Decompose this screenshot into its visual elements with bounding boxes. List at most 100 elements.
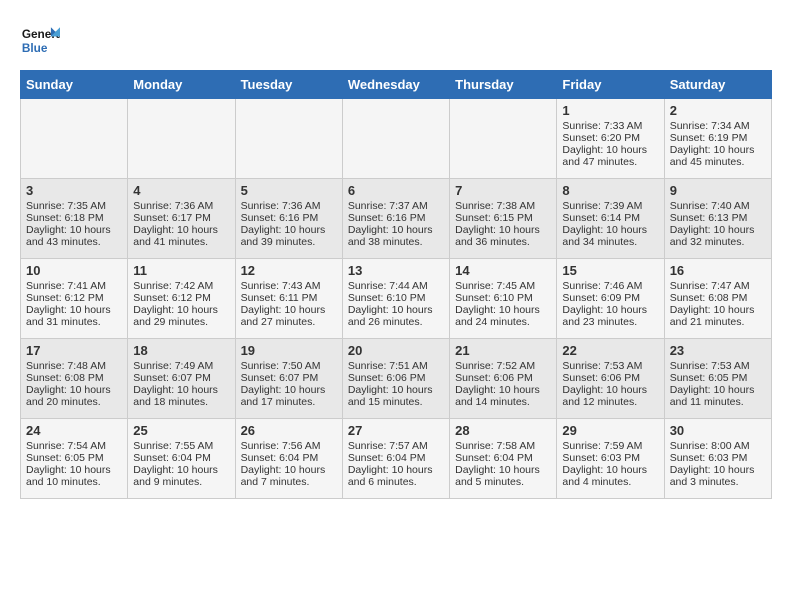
day-cell: 4Sunrise: 7:36 AMSunset: 6:17 PMDaylight… — [128, 179, 235, 259]
day-info-line: Sunrise: 7:46 AM — [562, 280, 658, 292]
day-info-line: Sunset: 6:06 PM — [455, 372, 551, 384]
day-cell: 20Sunrise: 7:51 AMSunset: 6:06 PMDayligh… — [342, 339, 449, 419]
day-info-line: Sunrise: 7:44 AM — [348, 280, 444, 292]
day-number: 18 — [133, 343, 229, 358]
day-info-line: Sunrise: 7:58 AM — [455, 440, 551, 452]
day-number: 10 — [26, 263, 122, 278]
day-cell: 19Sunrise: 7:50 AMSunset: 6:07 PMDayligh… — [235, 339, 342, 419]
day-info-line: Daylight: 10 hours and 45 minutes. — [670, 144, 766, 168]
day-info-line: Daylight: 10 hours and 12 minutes. — [562, 384, 658, 408]
day-number: 11 — [133, 263, 229, 278]
calendar-table: SundayMondayTuesdayWednesdayThursdayFrid… — [20, 70, 772, 499]
day-info-line: Sunset: 6:12 PM — [133, 292, 229, 304]
day-cell: 9Sunrise: 7:40 AMSunset: 6:13 PMDaylight… — [664, 179, 771, 259]
day-number: 6 — [348, 183, 444, 198]
day-info-line: Sunset: 6:04 PM — [241, 452, 337, 464]
day-info-line: Sunset: 6:19 PM — [670, 132, 766, 144]
day-number: 30 — [670, 423, 766, 438]
day-info-line: Daylight: 10 hours and 38 minutes. — [348, 224, 444, 248]
day-info-line: Sunset: 6:16 PM — [348, 212, 444, 224]
day-cell: 5Sunrise: 7:36 AMSunset: 6:16 PMDaylight… — [235, 179, 342, 259]
day-cell: 29Sunrise: 7:59 AMSunset: 6:03 PMDayligh… — [557, 419, 664, 499]
day-number: 15 — [562, 263, 658, 278]
day-cell: 27Sunrise: 7:57 AMSunset: 6:04 PMDayligh… — [342, 419, 449, 499]
day-number: 9 — [670, 183, 766, 198]
day-info-line: Sunrise: 7:49 AM — [133, 360, 229, 372]
day-number: 5 — [241, 183, 337, 198]
day-info-line: Sunrise: 7:35 AM — [26, 200, 122, 212]
day-info-line: Sunrise: 7:53 AM — [562, 360, 658, 372]
day-number: 26 — [241, 423, 337, 438]
col-header-wednesday: Wednesday — [342, 71, 449, 99]
day-cell — [450, 99, 557, 179]
day-cell — [128, 99, 235, 179]
day-info-line: Daylight: 10 hours and 39 minutes. — [241, 224, 337, 248]
day-number: 28 — [455, 423, 551, 438]
day-info-line: Daylight: 10 hours and 10 minutes. — [26, 464, 122, 488]
day-number: 7 — [455, 183, 551, 198]
day-info-line: Daylight: 10 hours and 27 minutes. — [241, 304, 337, 328]
day-number: 21 — [455, 343, 551, 358]
day-info-line: Sunset: 6:15 PM — [455, 212, 551, 224]
col-header-saturday: Saturday — [664, 71, 771, 99]
day-info-line: Sunset: 6:13 PM — [670, 212, 766, 224]
day-number: 13 — [348, 263, 444, 278]
day-cell: 18 Sunrise: 7:49 AMSunset: 6:07 PMDayligh… — [128, 339, 235, 419]
day-info-line: Daylight: 10 hours and 43 minutes. — [26, 224, 122, 248]
day-info-line: Sunset: 6:07 PM — [241, 372, 337, 384]
day-cell — [235, 99, 342, 179]
day-info-line: Sunrise: 7:59 AM — [562, 440, 658, 452]
day-info-line: Sunrise: 7:36 AM — [133, 200, 229, 212]
day-info-line: Daylight: 10 hours and 47 minutes. — [562, 144, 658, 168]
day-number: 23 — [670, 343, 766, 358]
day-cell: 15 Sunrise: 7:46 AMSunset: 6:09 PMDayligh… — [557, 259, 664, 339]
day-info-line: Sunset: 6:07 PM — [133, 372, 229, 384]
day-number: 27 — [348, 423, 444, 438]
day-info-line: Sunset: 6:04 PM — [133, 452, 229, 464]
day-info-line: Daylight: 10 hours and 36 minutes. — [455, 224, 551, 248]
day-info-line: Daylight: 10 hours and 14 minutes. — [455, 384, 551, 408]
day-cell: 28Sunrise: 7:58 AMSunset: 6:04 PMDayligh… — [450, 419, 557, 499]
day-cell: 24Sunrise: 7:54 AMSunset: 6:05 PMDayligh… — [21, 419, 128, 499]
day-info-line: Sunrise: 7:56 AM — [241, 440, 337, 452]
day-info-line: Sunrise: 7:41 AM — [26, 280, 122, 292]
day-info-line: Sunrise: 7:42 AM — [133, 280, 229, 292]
day-info-line: Daylight: 10 hours and 5 minutes. — [455, 464, 551, 488]
day-info-line: Sunset: 6:09 PM — [562, 292, 658, 304]
day-info-line: Sunset: 6:03 PM — [562, 452, 658, 464]
day-info-line: Daylight: 10 hours and 15 minutes. — [348, 384, 444, 408]
day-cell: 11 Sunrise: 7:42 AMSunset: 6:12 PMDayligh… — [128, 259, 235, 339]
day-cell: 14Sunrise: 7:45 AMSunset: 6:10 PMDayligh… — [450, 259, 557, 339]
day-info-line: Sunrise: 7:34 AM — [670, 120, 766, 132]
day-number: 14 — [455, 263, 551, 278]
day-number: 3 — [26, 183, 122, 198]
day-info-line: Sunrise: 8:00 AM — [670, 440, 766, 452]
day-info-line: Daylight: 10 hours and 26 minutes. — [348, 304, 444, 328]
day-info-line: Daylight: 10 hours and 17 minutes. — [241, 384, 337, 408]
week-row-2: 3Sunrise: 7:35 AMSunset: 6:18 PMDaylight… — [21, 179, 772, 259]
day-info-line: Daylight: 10 hours and 23 minutes. — [562, 304, 658, 328]
day-cell: 10Sunrise: 7:41 AMSunset: 6:12 PMDayligh… — [21, 259, 128, 339]
day-info-line: Daylight: 10 hours and 20 minutes. — [26, 384, 122, 408]
day-info-line: Sunset: 6:03 PM — [670, 452, 766, 464]
day-info-line: Daylight: 10 hours and 29 minutes. — [133, 304, 229, 328]
day-info-line: Sunrise: 7:57 AM — [348, 440, 444, 452]
week-row-3: 10Sunrise: 7:41 AMSunset: 6:12 PMDayligh… — [21, 259, 772, 339]
day-info-line: Sunrise: 7:52 AM — [455, 360, 551, 372]
day-cell: 3Sunrise: 7:35 AMSunset: 6:18 PMDaylight… — [21, 179, 128, 259]
day-cell: 30Sunrise: 8:00 AMSunset: 6:03 PMDayligh… — [664, 419, 771, 499]
logo-icon: General Blue — [20, 20, 60, 60]
day-info-line: Sunrise: 7:37 AM — [348, 200, 444, 212]
day-info-line: Sunset: 6:16 PM — [241, 212, 337, 224]
day-info-line: Sunrise: 7:33 AM — [562, 120, 658, 132]
day-number: 16 — [670, 263, 766, 278]
day-info-line: Daylight: 10 hours and 31 minutes. — [26, 304, 122, 328]
day-info-line: Daylight: 10 hours and 18 minutes. — [133, 384, 229, 408]
day-info-line: Daylight: 10 hours and 11 minutes. — [670, 384, 766, 408]
day-info-line: Daylight: 10 hours and 21 minutes. — [670, 304, 766, 328]
col-header-thursday: Thursday — [450, 71, 557, 99]
day-cell: 7Sunrise: 7:38 AMSunset: 6:15 PMDaylight… — [450, 179, 557, 259]
day-number: 17 — [26, 343, 122, 358]
day-info-line: Sunset: 6:06 PM — [562, 372, 658, 384]
day-cell: 1Sunrise: 7:33 AMSunset: 6:20 PMDaylight… — [557, 99, 664, 179]
